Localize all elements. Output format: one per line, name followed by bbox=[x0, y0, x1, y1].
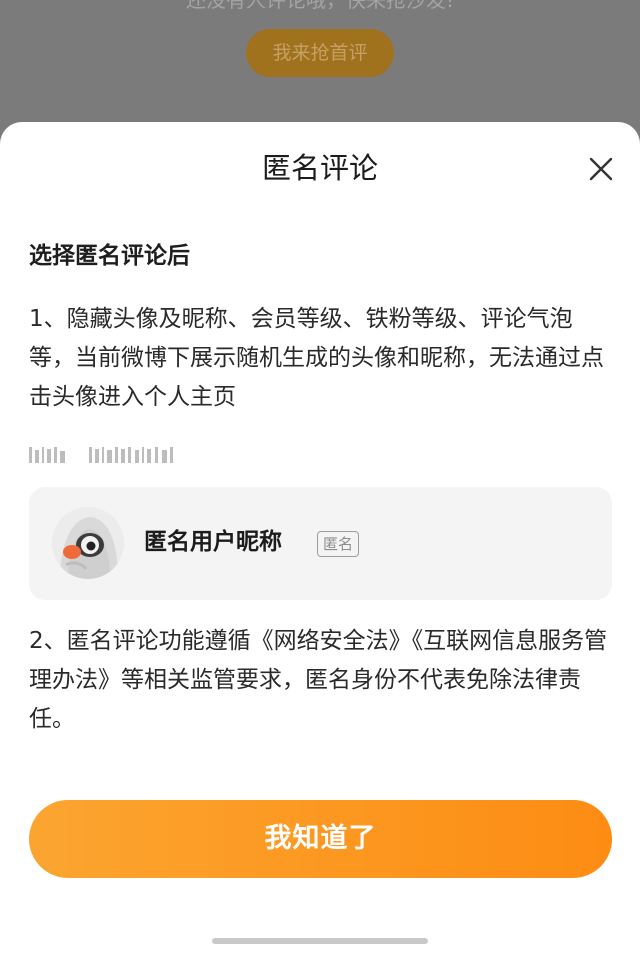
blurred-text-line bbox=[29, 447, 173, 463]
anonymous-comment-sheet: 匿名评论 选择匿名评论后 1、隐藏头像及昵称、会员等级、铁粉等级、评论气泡等，当… bbox=[0, 122, 640, 956]
first-comment-button: 我来抢首评 bbox=[246, 29, 394, 77]
rules-subheading: 选择匿名评论后 bbox=[29, 243, 190, 269]
confirm-button[interactable]: 我知道了 bbox=[29, 800, 612, 878]
home-indicator bbox=[212, 938, 428, 944]
anonymous-nickname: 匿名用户昵称 bbox=[144, 529, 282, 555]
rule-paragraph-1: 1、隐藏头像及昵称、会员等级、铁粉等级、评论气泡等，当前微博下展示随机生成的头像… bbox=[29, 306, 604, 410]
anonymous-badge: 匿名 bbox=[317, 531, 360, 557]
rule-paragraph-2: 2、匿名评论功能遵循《网络安全法》《互联网信息服务管理办法》等相关监管要求，匿名… bbox=[29, 628, 608, 732]
background-page: 还没有人评论哦，快来抢沙发! 我来抢首评 bbox=[0, 0, 640, 140]
anonymous-avatar bbox=[52, 507, 124, 579]
empty-comments-text: 还没有人评论哦，快来抢沙发! bbox=[185, 0, 455, 12]
close-icon[interactable] bbox=[584, 152, 618, 186]
close-icon-glyph bbox=[589, 157, 613, 181]
sheet-title: 匿名评论 bbox=[261, 151, 378, 185]
anonymous-profile-preview: 匿名用户昵称 匿名 bbox=[29, 487, 612, 600]
hooded-figure-icon bbox=[52, 507, 124, 579]
